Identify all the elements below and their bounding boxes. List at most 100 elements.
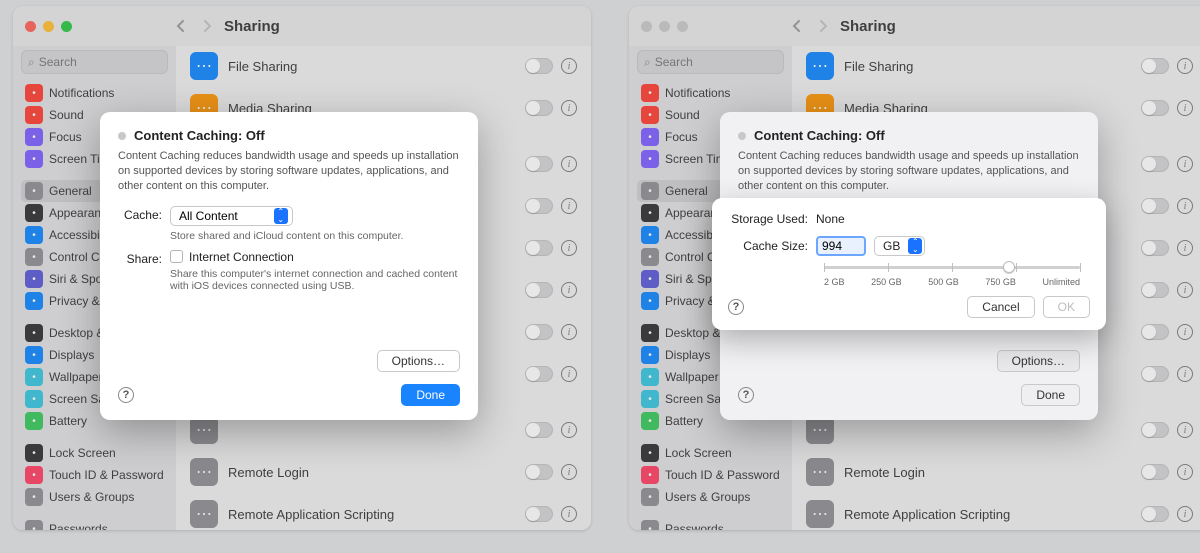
share-toggle-remoteapp[interactable] [525,506,553,522]
share-internet-label: Internet Connection [189,250,294,264]
remoteapp-icon: ⋯ [806,500,834,528]
sidebar-item-notifications[interactable]: •Notifications [637,82,784,104]
sidebar-item-passwords[interactable]: •Passwords [637,518,784,530]
share-toggle-hidden2[interactable] [1141,198,1169,214]
traffic-lights[interactable] [25,21,72,32]
share-toggle-hidden6[interactable] [525,366,553,382]
info-icon[interactable]: i [1177,156,1193,172]
screentime-icon: • [25,150,43,168]
share-toggle-remoteapp[interactable] [1141,506,1169,522]
info-icon[interactable]: i [561,240,577,256]
sidebar-item-users[interactable]: •Users & Groups [21,486,168,508]
search-input[interactable] [39,55,176,69]
minimize-icon[interactable] [43,21,54,32]
info-icon[interactable]: i [561,464,577,480]
sidebar-item-users[interactable]: •Users & Groups [637,486,784,508]
minimize-icon[interactable] [659,21,670,32]
share-toggle-hidden2[interactable] [525,198,553,214]
done-button[interactable]: Done [1021,384,1080,406]
info-icon[interactable]: i [1177,464,1193,480]
share-toggle-hidden6[interactable] [1141,366,1169,382]
search-icon: ⌕ [644,55,651,70]
page-title: Sharing [224,18,280,35]
options-button[interactable]: Options… [377,350,460,372]
share-toggle-filesharing[interactable] [525,58,553,74]
share-toggle-hidden4[interactable] [525,282,553,298]
share-toggle-filesharing[interactable] [1141,58,1169,74]
share-toggle-remotemgmt[interactable] [525,422,553,438]
cache-hint: Store shared and iCloud content on this … [170,230,460,242]
info-icon[interactable]: i [1177,282,1193,298]
info-icon[interactable]: i [1177,324,1193,340]
info-icon[interactable]: i [561,506,577,522]
share-hint: Share this computer's internet connectio… [170,268,460,292]
back-button[interactable] [788,17,806,35]
info-icon[interactable]: i [561,58,577,74]
sidebar-item-passwords[interactable]: •Passwords [21,518,168,530]
share-toggle-hidden3[interactable] [1141,240,1169,256]
share-toggle-hidden5[interactable] [1141,324,1169,340]
info-icon[interactable]: i [1177,198,1193,214]
wallpaper-icon: • [641,368,659,386]
info-icon[interactable]: i [561,198,577,214]
displays-icon: • [25,346,43,364]
sidebar-item-label: Wallpaper [665,370,719,384]
help-button[interactable]: ? [118,387,134,403]
info-icon[interactable]: i [561,100,577,116]
share-toggle-mediasharing[interactable] [1141,100,1169,116]
checkbox-icon[interactable] [170,250,183,263]
info-icon[interactable]: i [561,156,577,172]
sidebar-item-lockscreen[interactable]: •Lock Screen [637,442,784,464]
info-icon[interactable]: i [1177,100,1193,116]
info-icon[interactable]: i [1177,366,1193,382]
sidebar-item-notifications[interactable]: •Notifications [21,82,168,104]
zoom-icon[interactable] [677,21,688,32]
accessibility-icon: • [25,226,43,244]
info-icon[interactable]: i [1177,422,1193,438]
share-toggle-hidden3[interactable] [525,240,553,256]
info-icon[interactable]: i [1177,240,1193,256]
close-icon[interactable] [25,21,36,32]
cache-size-unit-select[interactable]: GB ⌃⌄ [874,236,925,256]
share-toggle-hidden1[interactable] [1141,156,1169,172]
cache-select[interactable]: All Content ⌃⌄ [170,206,293,226]
cache-size-input[interactable] [816,236,866,256]
cache-size-slider[interactable] [824,266,1080,269]
traffic-lights-inactive[interactable] [641,21,688,32]
share-row-label: File Sharing [228,59,525,74]
info-icon[interactable]: i [561,324,577,340]
share-toggle-mediasharing[interactable] [525,100,553,116]
share-toggle-remotelogin[interactable] [525,464,553,480]
info-icon[interactable]: i [561,422,577,438]
sidebar-item-lockscreen[interactable]: •Lock Screen [21,442,168,464]
zoom-icon[interactable] [61,21,72,32]
share-toggle-remotelogin[interactable] [1141,464,1169,480]
share-toggle-remotemgmt[interactable] [1141,422,1169,438]
help-button[interactable]: ? [728,299,744,315]
back-button[interactable] [172,17,190,35]
done-button[interactable]: Done [401,384,460,406]
general-icon: • [641,182,659,200]
share-toggle-hidden1[interactable] [525,156,553,172]
info-icon[interactable]: i [1177,506,1193,522]
options-button[interactable]: Options… [997,350,1080,372]
slider-thumb-icon[interactable] [1003,261,1015,273]
help-button[interactable]: ? [738,387,754,403]
forward-button[interactable] [814,17,832,35]
close-icon[interactable] [641,21,652,32]
info-icon[interactable]: i [1177,58,1193,74]
search-icon: ⌕ [28,55,35,70]
sidebar-item-label: Focus [665,130,698,144]
search-input[interactable] [655,55,792,69]
remotelogin-icon: ⋯ [806,458,834,486]
share-toggle-hidden5[interactable] [525,324,553,340]
share-toggle-hidden4[interactable] [1141,282,1169,298]
share-internet-row[interactable]: Internet Connection [170,250,460,264]
info-icon[interactable]: i [561,282,577,298]
info-icon[interactable]: i [561,366,577,382]
forward-button[interactable] [198,17,216,35]
sidebar-item-touchid[interactable]: •Touch ID & Password [21,464,168,486]
cancel-button[interactable]: Cancel [967,296,1034,318]
ok-button[interactable]: OK [1043,296,1090,318]
sidebar-item-touchid[interactable]: •Touch ID & Password [637,464,784,486]
